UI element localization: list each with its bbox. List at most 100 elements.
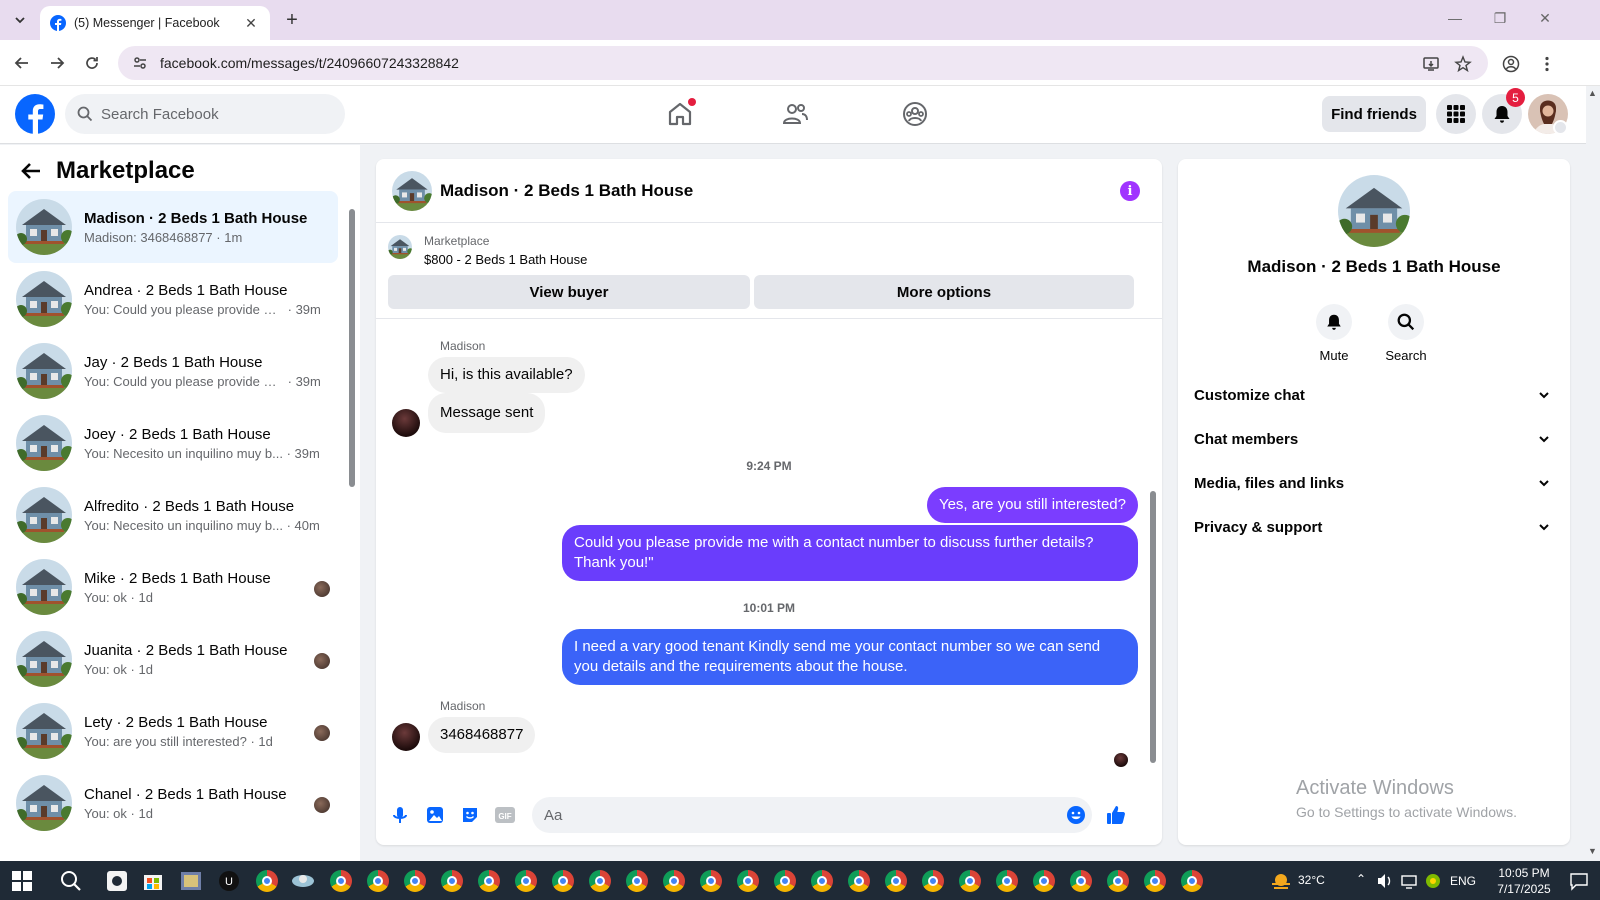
chrome-icon[interactable] — [735, 868, 761, 894]
find-friends-button[interactable]: Find friends — [1322, 96, 1426, 132]
nav-groups[interactable] — [895, 96, 935, 132]
conversation-item[interactable]: Mike · 2 Beds 1 Bath House You: ok · 1d — [8, 551, 338, 623]
conversation-item[interactable]: Madison · 2 Beds 1 Bath House Madison: 34… — [8, 191, 338, 263]
chat-title[interactable]: Madison · 2 Beds 1 Bath House — [440, 181, 693, 201]
chrome-icon[interactable] — [994, 868, 1020, 894]
network-icon[interactable] — [1396, 868, 1422, 894]
chrome-icon[interactable] — [476, 868, 502, 894]
media-files-links-section[interactable]: Media, files and links — [1190, 463, 1554, 503]
conversation-item[interactable]: Joey · 2 Beds 1 Bath House You: Necesito … — [8, 407, 338, 479]
chrome-icon[interactable] — [328, 868, 354, 894]
chrome-icon[interactable] — [1105, 868, 1131, 894]
install-app-icon[interactable] — [1420, 53, 1442, 75]
back-button[interactable] — [10, 51, 34, 75]
chrome-icon[interactable] — [809, 868, 835, 894]
chrome-icon[interactable] — [772, 868, 798, 894]
close-window-button[interactable]: ✕ — [1535, 10, 1555, 27]
tray-chevron-up-icon[interactable]: ⌃ — [1356, 872, 1366, 886]
chrome-icon[interactable] — [920, 868, 946, 894]
taskbar-clock[interactable]: 10:05 PM 7/17/2025 — [1484, 865, 1564, 897]
facebook-search-box[interactable] — [65, 94, 345, 134]
restore-button[interactable]: ❐ — [1490, 10, 1510, 27]
new-tab-button[interactable]: + — [280, 8, 304, 32]
conversation-list-scrollbar[interactable] — [349, 209, 355, 487]
chrome-icon[interactable] — [1068, 868, 1094, 894]
taskbar-search-icon[interactable] — [58, 868, 84, 894]
chrome-icon[interactable] — [1142, 868, 1168, 894]
sender-avatar[interactable] — [392, 723, 420, 751]
close-tab-icon[interactable]: ✕ — [242, 15, 260, 32]
chrome-icon[interactable] — [1031, 868, 1057, 894]
forward-button[interactable] — [45, 51, 69, 75]
back-arrow-icon[interactable] — [20, 160, 42, 182]
reload-button[interactable] — [80, 51, 104, 75]
volume-icon[interactable] — [1372, 868, 1398, 894]
emoji-icon[interactable] — [1064, 803, 1088, 827]
chrome-icon[interactable] — [254, 868, 280, 894]
outgoing-message[interactable]: I need a vary good tenant Kindly send me… — [562, 629, 1138, 685]
taskbar-app-icon[interactable] — [290, 868, 316, 894]
view-buyer-button[interactable]: View buyer — [388, 275, 750, 309]
outgoing-message[interactable]: Could you please provide me with a conta… — [562, 525, 1138, 581]
conversation-item[interactable]: Chanel · 2 Beds 1 Bath House You: ok · 1d — [8, 767, 338, 839]
page-scroll-down-icon[interactable]: ▼ — [1588, 846, 1597, 856]
conversation-item[interactable]: Lety · 2 Beds 1 Bath House You: are you s… — [8, 695, 338, 767]
minimize-button[interactable]: — — [1445, 10, 1465, 26]
sender-avatar[interactable] — [392, 409, 420, 437]
incoming-message[interactable]: 3468468877 — [428, 717, 536, 753]
chat-members-section[interactable]: Chat members — [1190, 419, 1554, 459]
listing-thumbnail[interactable] — [388, 235, 412, 259]
browser-menu-icon[interactable] — [1536, 53, 1558, 75]
bookmark-star-icon[interactable] — [1452, 53, 1474, 75]
chrome-icon[interactable] — [587, 868, 613, 894]
account-chevron-icon[interactable] — [1553, 120, 1568, 135]
gif-icon[interactable]: GIF — [493, 803, 517, 827]
chrome-icon[interactable] — [698, 868, 724, 894]
conversation-item[interactable]: Juanita · 2 Beds 1 Bath House You: ok · 1… — [8, 623, 338, 695]
more-options-button[interactable]: More options — [754, 275, 1134, 309]
chrome-icon[interactable] — [1179, 868, 1205, 894]
outgoing-message[interactable]: Yes, are you still interested? — [926, 487, 1138, 523]
page-scroll-up-icon[interactable]: ▲ — [1588, 88, 1597, 98]
chrome-icon[interactable] — [550, 868, 576, 894]
chrome-icon[interactable] — [365, 868, 391, 894]
taskbar-app-icon[interactable]: U — [216, 868, 242, 894]
menu-button[interactable] — [1436, 94, 1476, 134]
incoming-message[interactable]: Hi, is this available? — [428, 357, 585, 393]
facebook-logo-icon[interactable] — [15, 94, 55, 134]
weather-temperature[interactable]: 32°C — [1298, 873, 1325, 887]
profile-icon[interactable] — [1500, 53, 1522, 75]
listing-title[interactable]: $800 - 2 Beds 1 Bath House — [424, 252, 587, 267]
info-avatar[interactable] — [1338, 175, 1410, 247]
browser-tab-messenger[interactable]: (5) Messenger | Facebook ✕ — [40, 6, 270, 40]
mute-action[interactable]: Mute — [1304, 304, 1364, 363]
windows-start-icon[interactable] — [12, 871, 32, 891]
customize-chat-section[interactable]: Customize chat — [1190, 375, 1554, 415]
tab-search-button[interactable] — [8, 8, 32, 32]
notification-center-icon[interactable] — [1566, 868, 1592, 894]
chrome-icon[interactable] — [624, 868, 650, 894]
tray-app-icon[interactable] — [1420, 868, 1446, 894]
taskbar-app-icon[interactable] — [104, 868, 130, 894]
weather-icon[interactable] — [1268, 868, 1294, 894]
privacy-support-section[interactable]: Privacy & support — [1190, 507, 1554, 547]
microphone-icon[interactable] — [388, 803, 412, 827]
chrome-icon[interactable] — [957, 868, 983, 894]
thumbs-up-icon[interactable] — [1104, 803, 1128, 827]
chrome-icon[interactable] — [439, 868, 465, 894]
taskbar-store-icon[interactable] — [140, 868, 166, 894]
chat-scrollbar[interactable] — [1150, 491, 1156, 763]
incoming-message[interactable]: Message sent — [428, 393, 546, 433]
site-info-icon[interactable] — [132, 55, 148, 71]
chrome-icon[interactable] — [883, 868, 909, 894]
message-input[interactable] — [532, 797, 1092, 833]
search-action[interactable]: Search — [1376, 304, 1436, 363]
chrome-icon[interactable] — [402, 868, 428, 894]
info-icon[interactable]: i — [1120, 181, 1140, 201]
nav-friends[interactable] — [775, 96, 815, 132]
sticker-icon[interactable] — [458, 803, 482, 827]
nav-home[interactable] — [660, 96, 700, 132]
url-bar[interactable]: facebook.com/messages/t/2409660724332884… — [118, 46, 1488, 80]
notifications-button[interactable]: 5 — [1482, 88, 1525, 134]
conversation-item[interactable]: Andrea · 2 Beds 1 Bath House You: Could y… — [8, 263, 338, 335]
